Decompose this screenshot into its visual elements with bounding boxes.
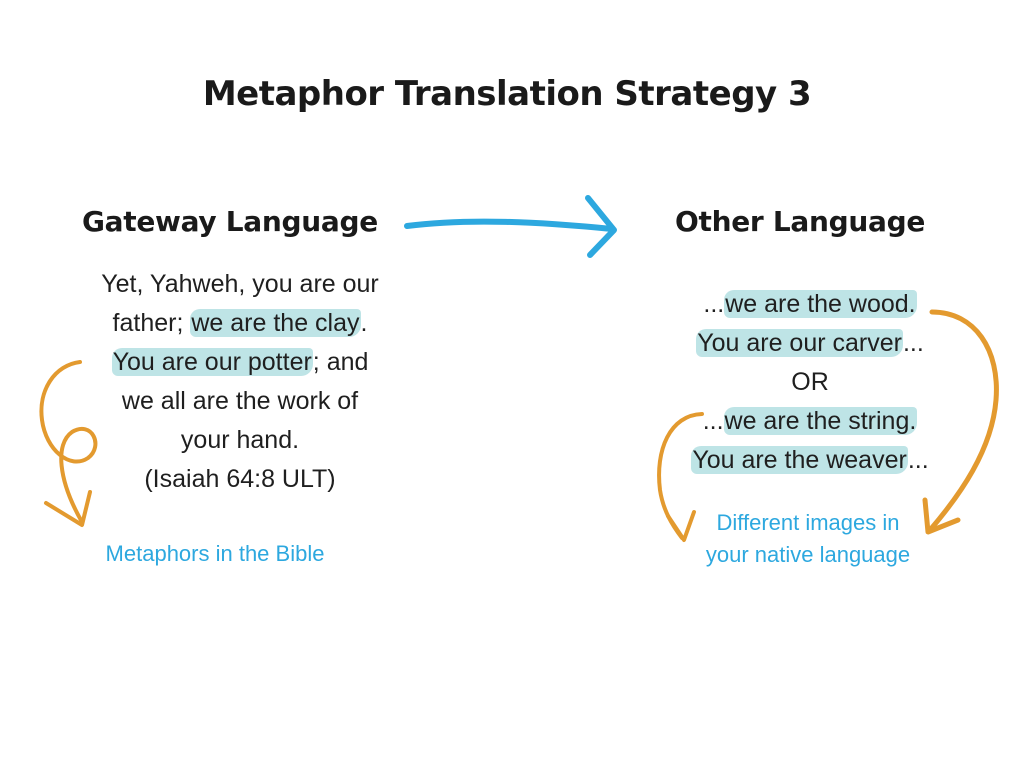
translation-arrow-icon [404, 195, 617, 258]
arrows-layer [39, 195, 999, 542]
right-curve-arrow-icon [922, 309, 999, 535]
small-curve-arrow-icon [657, 412, 704, 542]
left-curl-arrow-icon [39, 360, 98, 527]
